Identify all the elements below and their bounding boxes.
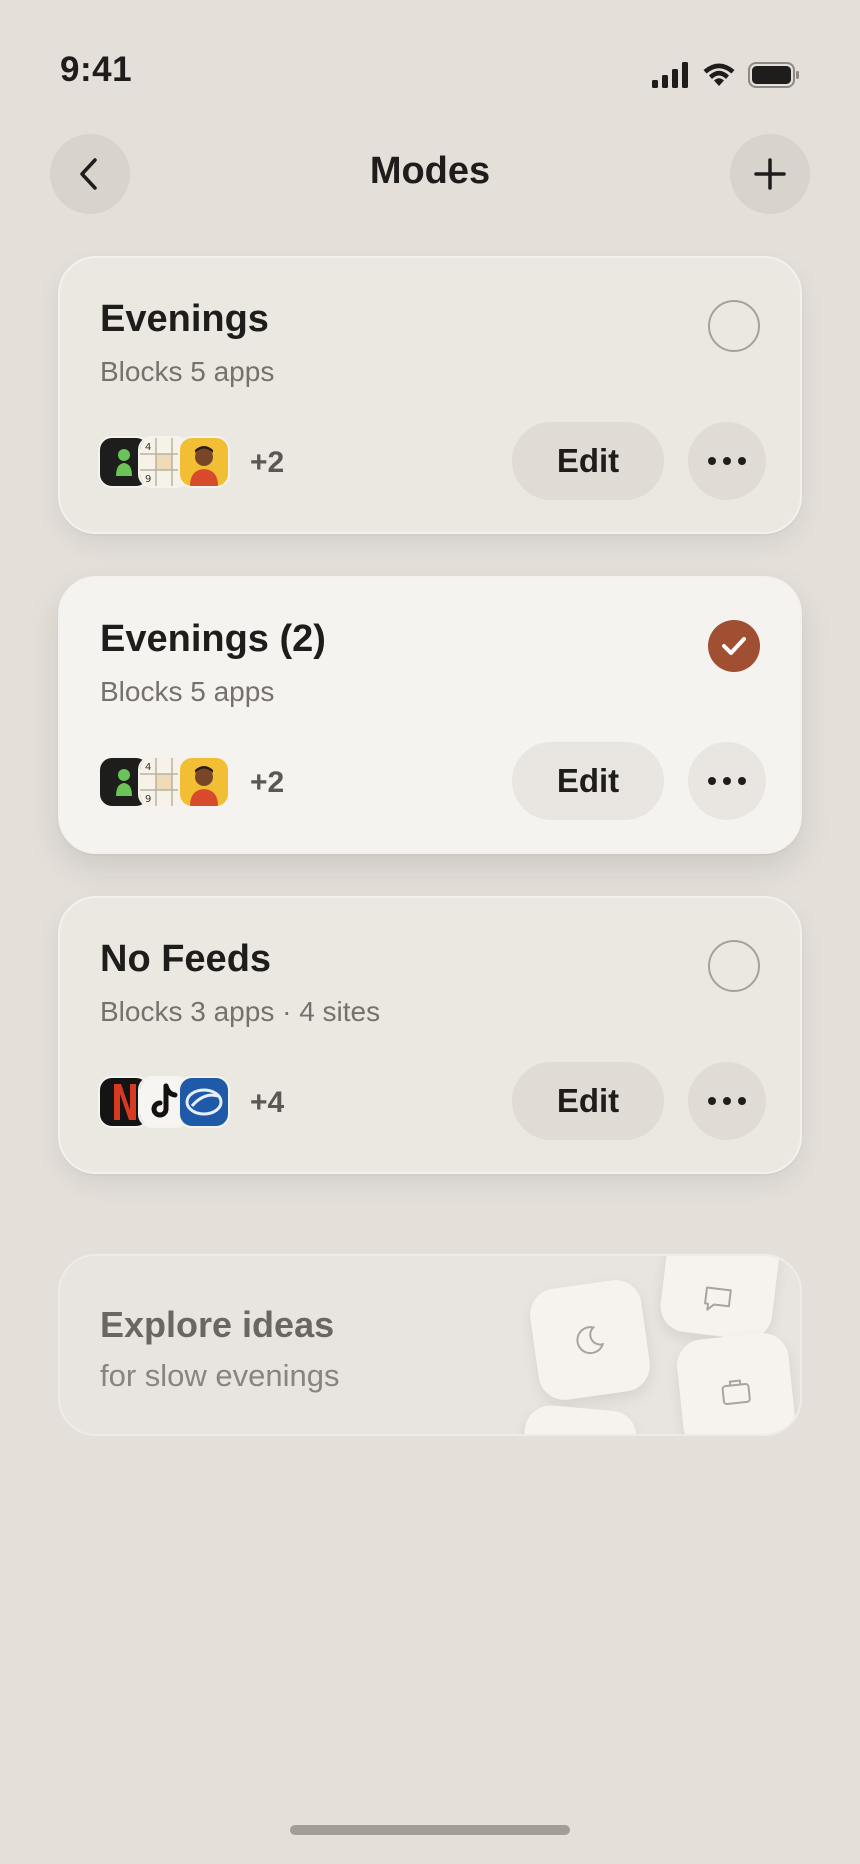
avatar-app-icon	[178, 756, 230, 808]
more-icon	[708, 1097, 716, 1105]
chat-tile	[657, 1256, 783, 1343]
add-mode-button[interactable]	[730, 134, 810, 214]
battery-icon	[748, 62, 799, 88]
moon-icon	[576, 1326, 605, 1355]
browser-app-icon	[178, 1076, 230, 1128]
svg-text:9: 9	[145, 474, 151, 485]
more-icon	[708, 457, 716, 465]
explore-title: Explore ideas	[100, 1304, 335, 1345]
more-apps-count: +2	[250, 446, 285, 479]
plus-icon	[754, 158, 786, 190]
more-options-button[interactable]	[688, 1062, 766, 1140]
svg-text:4: 4	[145, 442, 151, 453]
mode-card-no-feeds[interactable]: No Feeds Blocks 3 apps · 4 sites +4 Edit	[58, 896, 802, 1174]
svg-text:9: 9	[145, 794, 151, 805]
mode-card-evenings[interactable]: Evenings Blocks 5 apps 49 +2 Edit	[58, 256, 802, 534]
chat-icon	[704, 1286, 732, 1311]
mode-card-evenings-2[interactable]: Evenings (2) Blocks 5 apps 49 +2 Edit	[58, 576, 802, 854]
blocked-apps-preview: 49	[98, 756, 230, 808]
avatar-app-icon	[178, 436, 230, 488]
mode-select-radio[interactable]	[708, 300, 760, 352]
mode-title: Evenings	[100, 298, 269, 340]
edit-button[interactable]: Edit	[512, 422, 664, 500]
blocked-apps-preview	[98, 1076, 230, 1128]
home-indicator	[290, 1825, 570, 1835]
more-apps-count: +2	[250, 766, 285, 799]
modes-screen: 9:41 Modes Evenings Blocks 5 apps 4 9 +2…	[0, 0, 860, 1864]
idea-tile	[517, 1403, 639, 1434]
explore-subtitle: for slow evenings	[100, 1358, 340, 1393]
mode-title: Evenings (2)	[100, 618, 326, 660]
edit-button[interactable]: Edit	[512, 1062, 664, 1140]
mode-subtitle: Blocks 5 apps	[100, 676, 275, 707]
more-apps-count: +4	[250, 1086, 285, 1119]
more-options-button[interactable]	[688, 742, 766, 820]
status-time: 9:41	[60, 50, 133, 89]
briefcase-icon	[721, 1379, 751, 1406]
mode-subtitle: Blocks 3 apps · 4 sites	[100, 996, 381, 1027]
blocked-apps-preview: 49	[98, 436, 230, 488]
checkmark-icon	[722, 637, 746, 655]
status-icons	[652, 62, 800, 88]
edit-button[interactable]: Edit	[512, 742, 664, 820]
wifi-icon	[703, 63, 735, 86]
moon-tile	[526, 1276, 654, 1404]
more-icon	[708, 777, 716, 785]
mode-subtitle: Blocks 5 apps	[100, 356, 275, 387]
svg-text:4: 4	[145, 762, 151, 773]
briefcase-tile	[674, 1330, 798, 1434]
mode-select-radio[interactable]	[708, 620, 760, 672]
mode-select-radio[interactable]	[708, 940, 760, 992]
more-options-button[interactable]	[688, 422, 766, 500]
explore-ideas-card[interactable]: Explore ideas for slow evenings	[58, 1254, 802, 1436]
signal-icon	[652, 62, 688, 88]
mode-title: No Feeds	[100, 938, 272, 980]
